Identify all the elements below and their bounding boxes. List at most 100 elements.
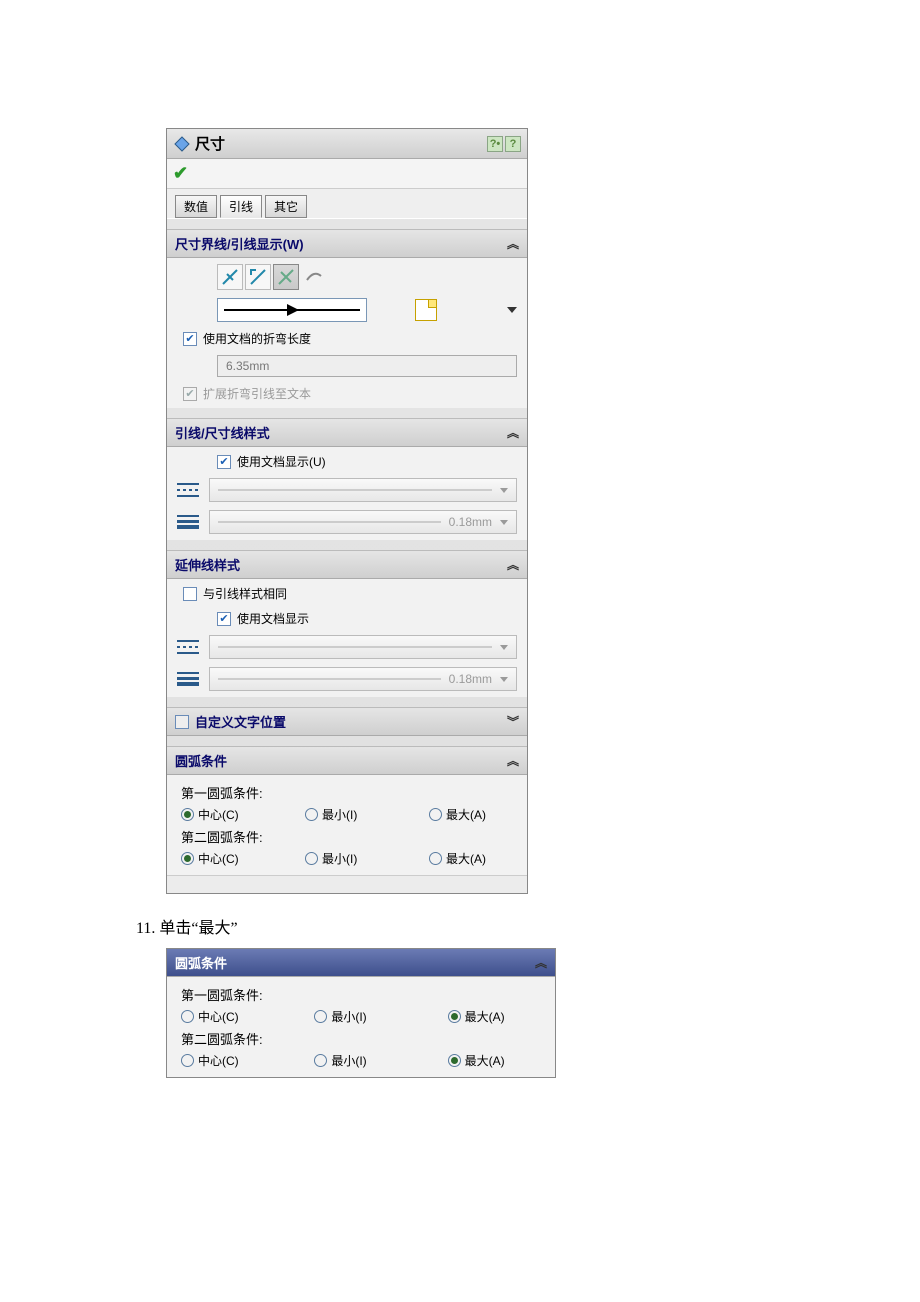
second-arc-max[interactable]: 最大(A)	[448, 1052, 541, 1069]
first-arc-max[interactable]: 最大(A)	[429, 806, 513, 823]
line-style-icon	[177, 482, 199, 498]
line-style-icon	[177, 639, 199, 655]
use-doc-display-row: ✔ 使用文档显示	[177, 610, 517, 627]
use-doc-display-label: 使用文档显示	[237, 610, 309, 627]
second-arc-min[interactable]: 最小(I)	[314, 1052, 407, 1069]
use-doc-bend-row: ✔ 使用文档的折弯长度	[177, 330, 517, 347]
new-doc-icon[interactable]	[415, 299, 437, 321]
dimension-property-panel: 尺寸 ?• ? ✔ 数值 引线 其它 尺寸界线/引线显示(W) ︽	[166, 128, 528, 894]
collapse-icon[interactable]: ︽	[535, 954, 547, 971]
help-buttons: ?• ?	[487, 136, 521, 152]
section-title: 圆弧条件	[175, 751, 227, 770]
witness-icon-3[interactable]	[273, 264, 299, 290]
use-doc-display-label: 使用文档显示(U)	[237, 453, 326, 470]
arrow-style-dropdown-icon[interactable]	[507, 307, 517, 313]
expand-icon[interactable]: ︾	[507, 713, 519, 730]
section-arc-conditions: 圆弧条件 ︽ 第一圆弧条件: 中心(C) 最小(I) 最大(A) 第二圆弧条件:…	[167, 746, 527, 875]
collapse-icon[interactable]: ︽	[507, 235, 519, 252]
section-title: 自定义文字位置	[195, 712, 286, 731]
arrow-glyph-icon	[224, 309, 360, 311]
extend-bent-label: 扩展折弯引线至文本	[203, 385, 311, 402]
custom-text-pos-checkbox[interactable]	[175, 715, 189, 729]
use-doc-display-row: ✔ 使用文档显示(U)	[177, 453, 517, 470]
section-header[interactable]: 尺寸界线/引线显示(W) ︽	[167, 230, 527, 258]
same-as-leader-row: ✔ 与引线样式相同	[177, 585, 517, 602]
second-arc-max[interactable]: 最大(A)	[429, 850, 513, 867]
first-arc-max[interactable]: 最大(A)	[448, 1008, 541, 1025]
radio-icon	[429, 808, 442, 821]
tab-leader[interactable]: 引线	[220, 195, 262, 218]
radio-icon	[181, 1054, 194, 1067]
second-arc-center[interactable]: 中心(C)	[181, 850, 265, 867]
section-header[interactable]: 圆弧条件 ︽	[167, 949, 555, 977]
line-thickness-row: 0.18mm	[177, 510, 517, 534]
first-arc-label: 第一圆弧条件:	[181, 985, 541, 1004]
ext-line-style-select[interactable]	[209, 635, 517, 659]
first-arc-min[interactable]: 最小(I)	[305, 806, 389, 823]
witness-icon-4[interactable]	[301, 264, 327, 290]
help-icon[interactable]: ?	[505, 136, 521, 152]
witness-style-icons	[177, 264, 517, 290]
extend-bent-row: ✔ 扩展折弯引线至文本	[177, 385, 517, 402]
arrow-style-row	[177, 298, 517, 322]
section-header[interactable]: 延伸线样式 ︽	[167, 551, 527, 579]
section-witness-leader: 尺寸界线/引线显示(W) ︽	[167, 229, 527, 408]
radio-icon	[314, 1010, 327, 1023]
bend-length-input[interactable]: 6.35mm	[217, 355, 517, 377]
collapse-icon[interactable]: ︽	[507, 424, 519, 441]
radio-icon	[181, 1010, 194, 1023]
first-arc-row: 中心(C) 最小(I) 最大(A)	[181, 806, 513, 823]
first-arc-center[interactable]: 中心(C)	[181, 806, 265, 823]
use-doc-display-checkbox[interactable]: ✔	[217, 612, 231, 626]
instruction-step-11: 11. 单击“最大”	[136, 914, 920, 938]
arrow-style-select[interactable]	[217, 298, 367, 322]
section-extension-style: 延伸线样式 ︽ ✔ 与引线样式相同 ✔ 使用文档显示	[167, 550, 527, 697]
section-header[interactable]: 引线/尺寸线样式 ︽	[167, 419, 527, 447]
witness-icon-1[interactable]	[217, 264, 243, 290]
line-thickness-icon	[177, 514, 199, 530]
tabs: 数值 引线 其它	[167, 189, 527, 219]
section-title: 引线/尺寸线样式	[175, 423, 270, 442]
witness-icon-2[interactable]	[245, 264, 271, 290]
line-thickness-select[interactable]: 0.18mm	[209, 510, 517, 534]
section-title: 圆弧条件	[175, 953, 227, 972]
use-doc-bend-checkbox[interactable]: ✔	[183, 332, 197, 346]
collapse-icon[interactable]: ︽	[507, 556, 519, 573]
radio-icon	[314, 1054, 327, 1067]
section-header[interactable]: 圆弧条件 ︽	[167, 747, 527, 775]
tab-other[interactable]: 其它	[265, 195, 307, 218]
thickness-value: 0.18mm	[449, 672, 492, 686]
section-title: 尺寸界线/引线显示(W)	[175, 234, 304, 253]
ext-line-thickness-select[interactable]: 0.18mm	[209, 667, 517, 691]
use-doc-bend-label: 使用文档的折弯长度	[203, 330, 311, 347]
section-leader-style: 引线/尺寸线样式 ︽ ✔ 使用文档显示(U)	[167, 418, 527, 540]
thickness-value: 0.18mm	[449, 515, 492, 529]
section-custom-text-pos: 自定义文字位置 ︾	[167, 707, 527, 736]
use-doc-display-checkbox[interactable]: ✔	[217, 455, 231, 469]
second-arc-center[interactable]: 中心(C)	[181, 1052, 274, 1069]
second-arc-min[interactable]: 最小(I)	[305, 850, 389, 867]
arc-conditions-panel-after: 圆弧条件 ︽ 第一圆弧条件: 中心(C) 最小(I) 最大(A) 第二圆弧条件:…	[166, 948, 556, 1078]
same-as-leader-checkbox[interactable]: ✔	[183, 587, 197, 601]
tab-value[interactable]: 数值	[175, 195, 217, 218]
radio-icon	[181, 808, 194, 821]
collapse-icon[interactable]: ︽	[507, 752, 519, 769]
line-style-row	[177, 478, 517, 502]
ok-check-icon[interactable]: ✔	[173, 163, 188, 183]
section-header[interactable]: 自定义文字位置 ︾	[167, 708, 527, 736]
radio-icon	[429, 852, 442, 865]
extend-bent-checkbox: ✔	[183, 387, 197, 401]
second-arc-label: 第二圆弧条件:	[181, 1029, 541, 1048]
radio-icon	[181, 852, 194, 865]
title-bar: 尺寸 ?• ?	[167, 129, 527, 159]
second-arc-row: 中心(C) 最小(I) 最大(A)	[181, 1052, 541, 1069]
first-arc-center[interactable]: 中心(C)	[181, 1008, 274, 1025]
line-style-select[interactable]	[209, 478, 517, 502]
first-arc-row: 中心(C) 最小(I) 最大(A)	[181, 1008, 541, 1025]
pin-help-icon[interactable]: ?•	[487, 136, 503, 152]
first-arc-label: 第一圆弧条件:	[181, 783, 513, 802]
confirm-bar: ✔	[167, 159, 527, 189]
radio-icon	[448, 1054, 461, 1067]
ext-line-thickness-row: 0.18mm	[177, 667, 517, 691]
first-arc-min[interactable]: 最小(I)	[314, 1008, 407, 1025]
